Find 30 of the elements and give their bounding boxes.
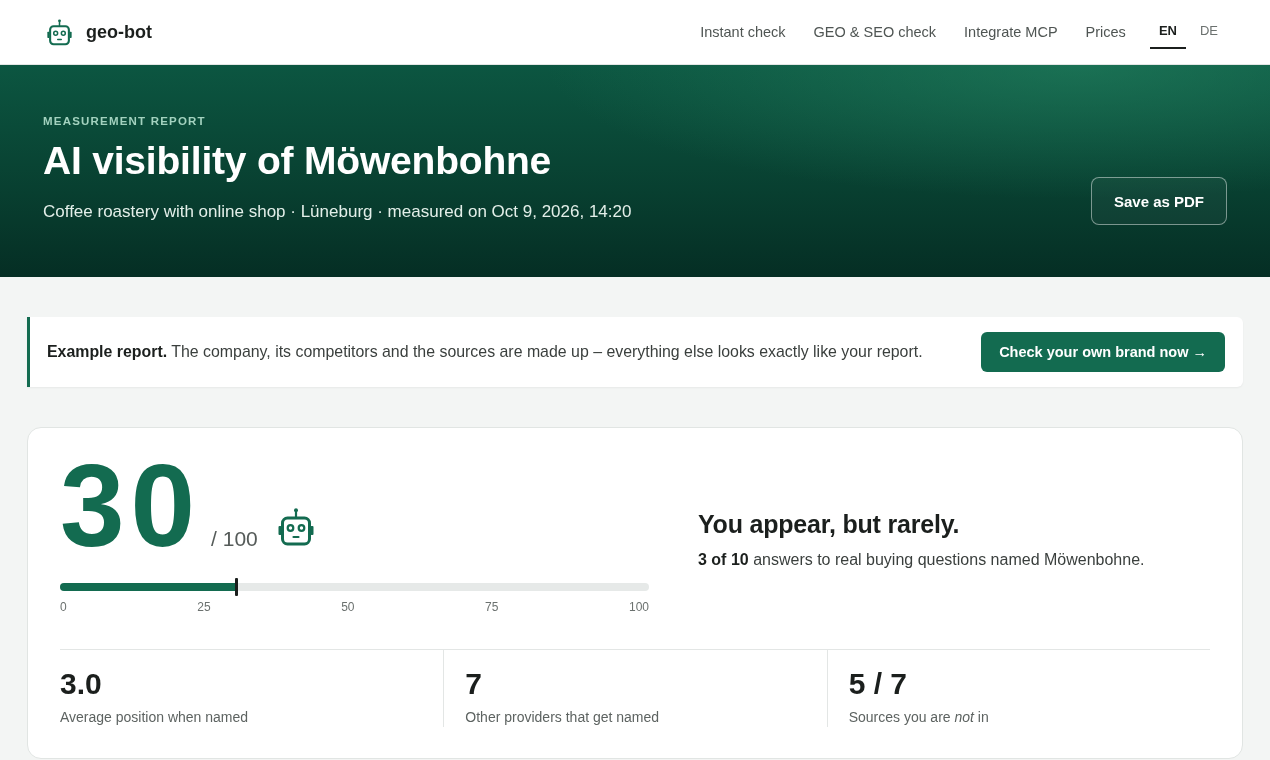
scale-label: 25 xyxy=(197,600,211,614)
save-pdf-button[interactable]: Save as PDF xyxy=(1090,177,1227,225)
language-tab[interactable]: EN xyxy=(1149,15,1186,49)
cta-button[interactable]: Check your own brand now → xyxy=(981,332,1225,372)
stat-label: Sources you are not in xyxy=(848,708,990,727)
score-value: 30 xyxy=(60,448,202,564)
robot-icon xyxy=(47,18,72,46)
stat-value: 3.0 xyxy=(60,666,103,702)
stat-value: 7 xyxy=(465,666,483,702)
notice-text: Example report. The company, its competitors and the sources are made up – everything else looks exactly like your report. xyxy=(47,343,923,361)
nav-link[interactable]: Instant check xyxy=(700,24,786,40)
scale-label: 100 xyxy=(628,600,649,614)
nav-link[interactable]: Integrate MCP xyxy=(964,24,1058,40)
scale-label: 50 xyxy=(341,600,355,614)
eyebrow-label: MEASUREMENT REPORT xyxy=(43,114,207,128)
stat-label: Average position when named xyxy=(60,708,250,727)
nav-link[interactable]: GEO & SEO check xyxy=(813,24,937,40)
stat-label: Other providers that get named xyxy=(465,708,661,727)
stat-value: 5 / 7 xyxy=(848,666,909,702)
scale-label: 0 xyxy=(60,600,67,614)
scale-label: 75 xyxy=(485,600,499,614)
nav-link[interactable]: Prices xyxy=(1085,24,1126,40)
verdict-text: 3 of 10 answers to real buying questions named Möwenbohne. xyxy=(698,550,1146,570)
logo-link[interactable]: geo-bot xyxy=(47,18,152,46)
verdict-title: You appear, but rarely. xyxy=(698,509,961,539)
robot-icon xyxy=(277,508,314,546)
score-max: / 100 xyxy=(211,527,258,551)
report-subtitle: Coffee roastery with online shop · Lüneburg · measured on Oct 9, 2026, 14:20 xyxy=(43,201,633,223)
language-tab[interactable]: DE xyxy=(1190,15,1227,49)
report-title: AI visibility of Möwenbohne xyxy=(43,138,553,183)
